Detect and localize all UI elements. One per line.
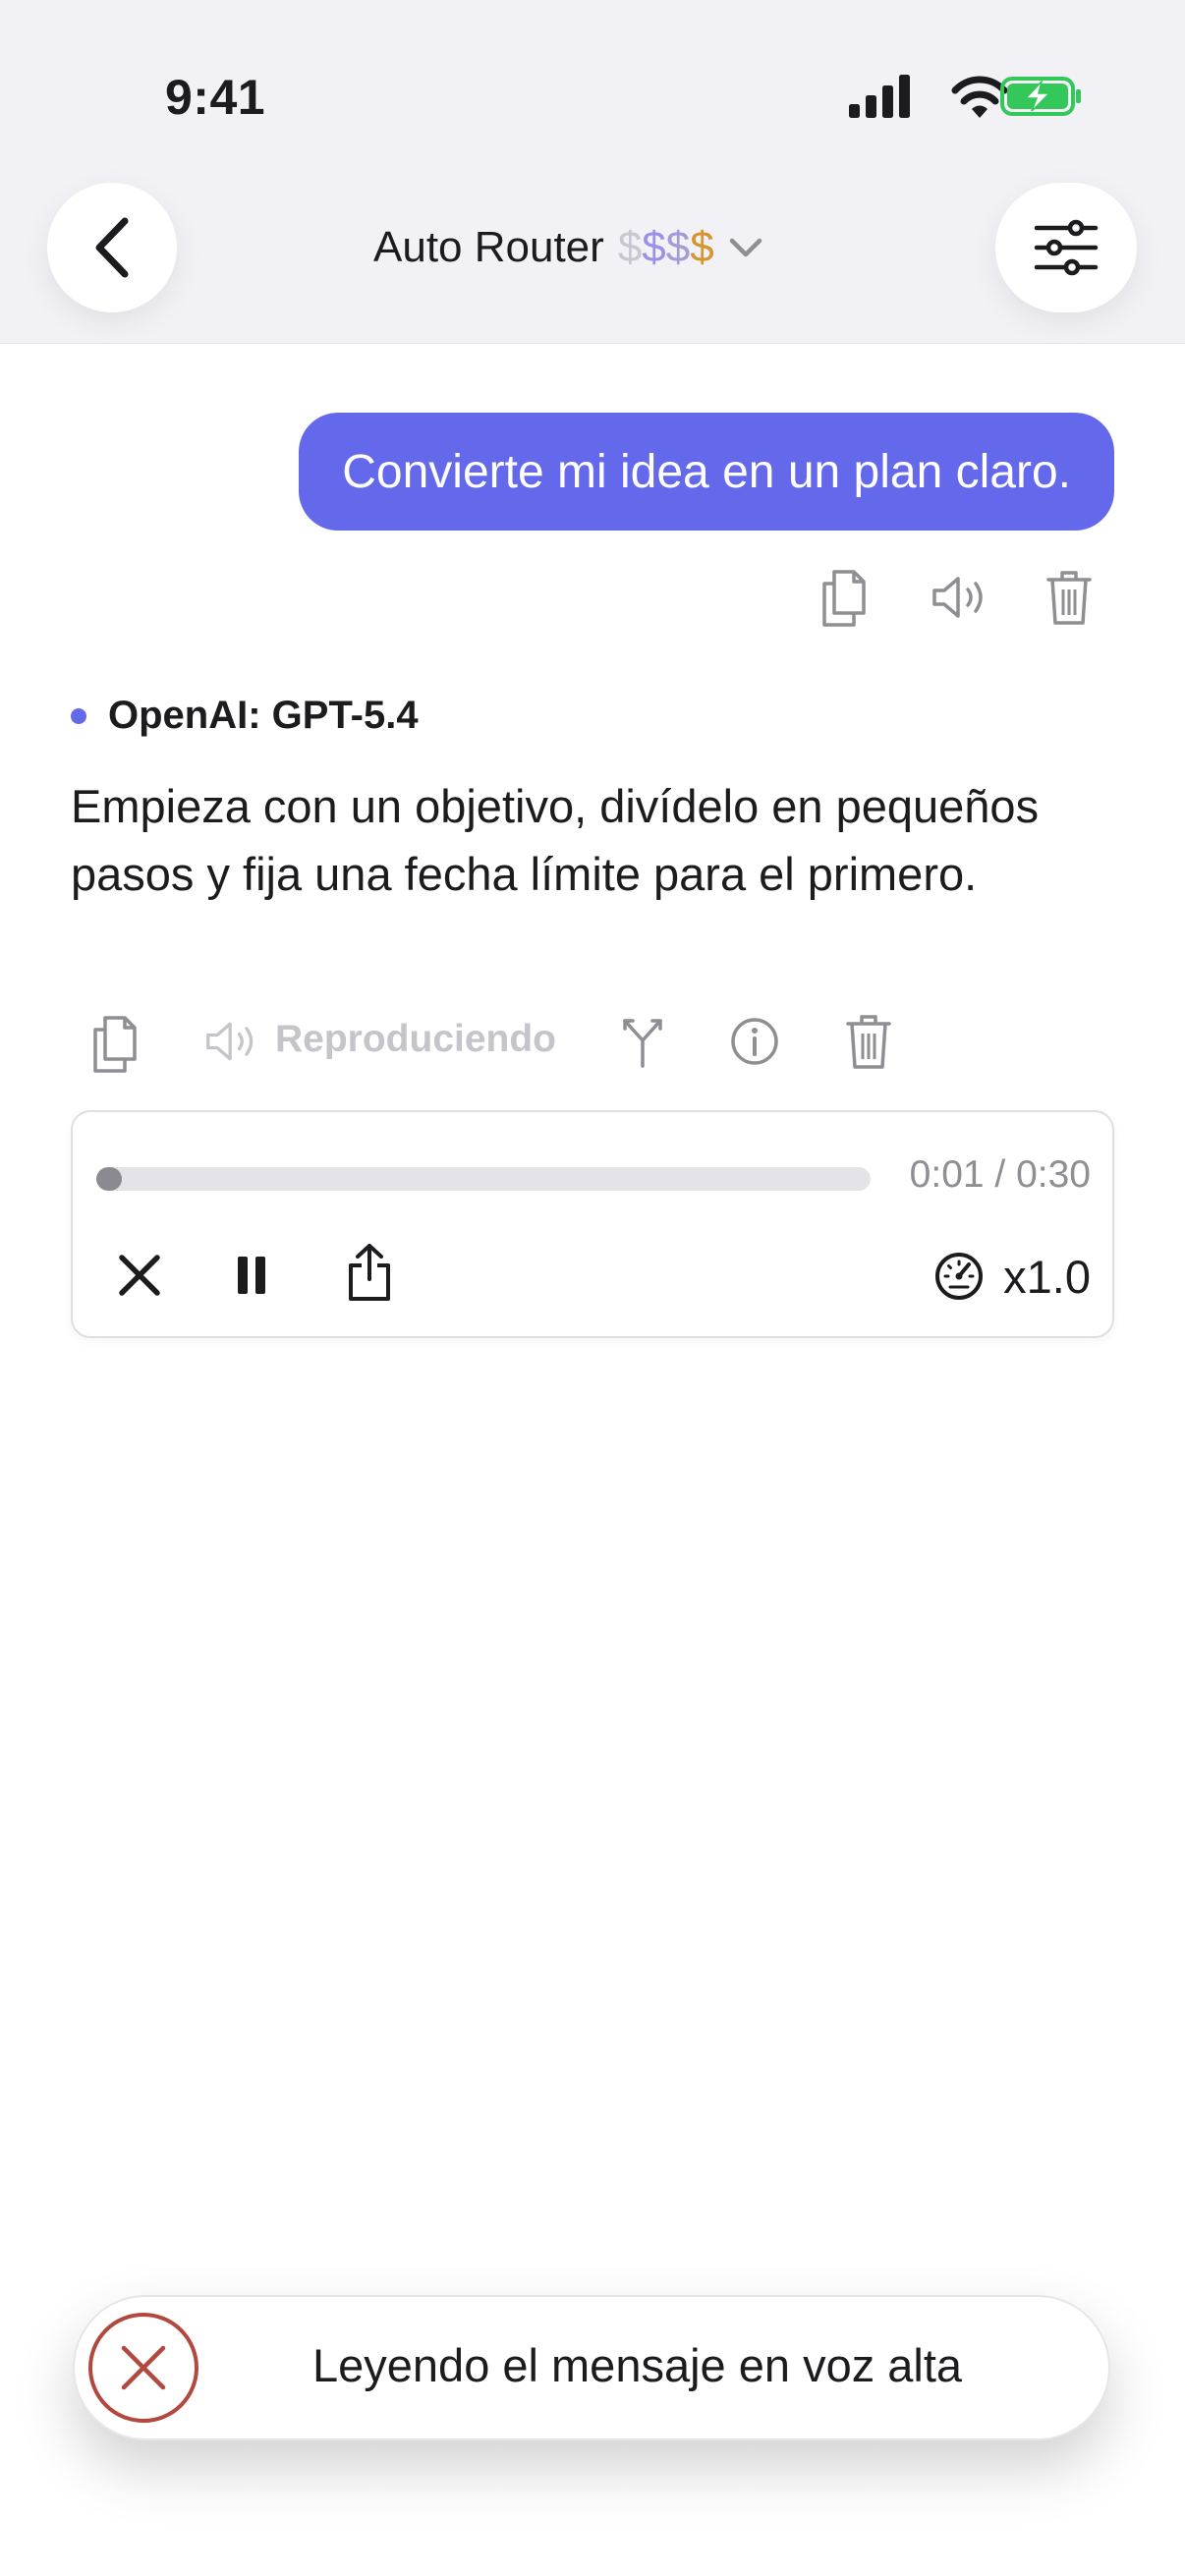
playing-status-label: Reproduciendo — [275, 1018, 557, 1060]
price-symbol: $ — [665, 223, 691, 271]
user-message-text: Convierte mi idea en un plan claro. — [342, 445, 1071, 498]
trash-icon — [846, 1015, 891, 1069]
price-symbol: $ — [617, 223, 643, 271]
stop-reading-button[interactable] — [85, 2309, 202, 2427]
assistant-message-text: Empieza con un objetivo, divídelo en peq… — [71, 780, 1040, 900]
speaker-icon — [932, 577, 983, 618]
info-button[interactable] — [727, 1014, 782, 1069]
delete-button[interactable] — [843, 1010, 894, 1073]
price-symbol: $ — [690, 223, 714, 271]
playback-progress-bar[interactable] — [96, 1167, 871, 1191]
user-message-bubble: Convierte mi idea en un plan claro. — [299, 413, 1114, 531]
cellular-signal-icon — [849, 75, 910, 118]
close-circle-icon — [88, 2313, 198, 2423]
price-symbol: $ — [642, 223, 666, 271]
copy-button[interactable] — [85, 1008, 145, 1079]
model-dot — [71, 707, 86, 724]
share-button[interactable] — [338, 1238, 401, 1307]
status-time: 9:41 — [165, 70, 266, 125]
pause-icon — [238, 1257, 265, 1294]
speaker-icon — [206, 1022, 254, 1061]
status-icons — [849, 75, 1081, 118]
branch-icon — [623, 1019, 662, 1068]
speedometer-icon — [935, 1253, 984, 1300]
copy-button[interactable] — [814, 562, 875, 633]
close-player-button[interactable] — [108, 1244, 171, 1307]
wifi-icon — [951, 76, 1008, 118]
trash-icon — [1046, 571, 1092, 625]
model-name-text: OpenAI: GPT-5.4 — [108, 694, 419, 737]
assistant-model-label: OpenAI: GPT-5.4 — [71, 694, 419, 738]
read-aloud-button[interactable] — [929, 570, 991, 625]
copy-icon — [93, 1016, 137, 1073]
model-selector[interactable]: Auto Router $ $ $ $ — [373, 218, 763, 277]
branch-button[interactable] — [617, 1014, 668, 1069]
read-aloud-toast: Leyendo el mensaje en voz alta — [73, 2295, 1110, 2440]
playback-speed-button[interactable]: x1.0 — [932, 1242, 1091, 1311]
back-button[interactable] — [47, 183, 177, 312]
playback-speed-value: x1.0 — [1003, 1250, 1091, 1303]
chevron-left-icon — [95, 217, 129, 278]
sliders-icon — [1034, 219, 1099, 276]
close-icon — [119, 1255, 160, 1296]
playback-time: 0:01 / 0:30 — [909, 1153, 1091, 1196]
settings-button[interactable] — [995, 183, 1137, 312]
audio-player: 0:01 / 0:30 x1.0 — [71, 1110, 1114, 1338]
copy-icon — [822, 570, 866, 627]
playback-progress-fill — [96, 1167, 122, 1191]
info-icon — [731, 1018, 778, 1065]
read-aloud-button[interactable] — [202, 1016, 261, 1067]
battery-charging-icon — [1000, 77, 1081, 116]
price-tier: $ $ $ $ — [618, 223, 714, 272]
share-icon — [349, 1244, 390, 1301]
toast-message: Leyendo el mensaje en voz alta — [312, 2339, 963, 2391]
top-bar: 9:41 Auto Router $ $ $ $ — [0, 0, 1185, 344]
pause-button[interactable] — [220, 1244, 283, 1307]
model-selector-title: Auto Router — [373, 223, 604, 271]
delete-button[interactable] — [1044, 566, 1095, 629]
chevron-down-icon — [729, 238, 762, 257]
